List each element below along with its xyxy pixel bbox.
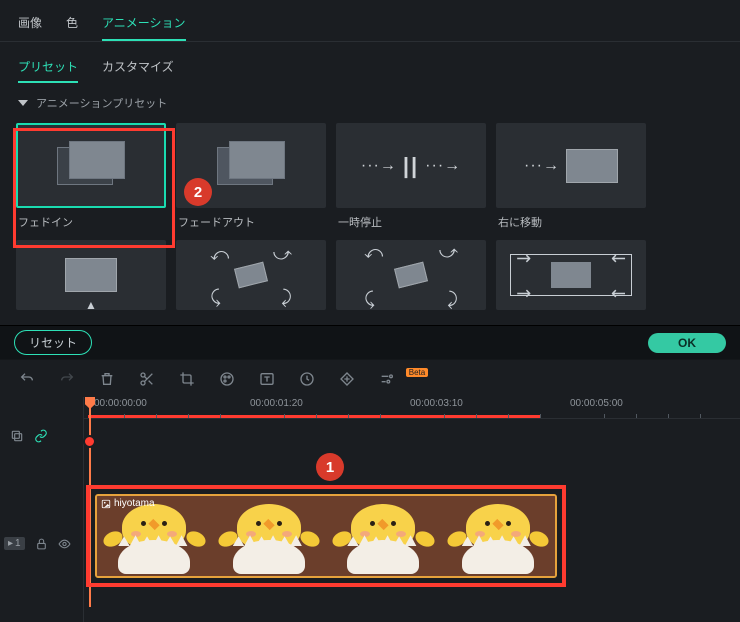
lock-icon[interactable] (35, 537, 48, 550)
rect-icon (394, 262, 428, 289)
ruler-tick: 00:00:03:10 (410, 398, 463, 409)
text-icon[interactable] (258, 370, 276, 388)
timeline-tracks[interactable]: 00:00:00:00 00:00:01:20 00:00:03:10 00:0… (84, 397, 740, 622)
subtab-preset[interactable]: プリセット (18, 56, 78, 83)
preset-label: フェードアウト (176, 214, 326, 230)
fade-in-front-icon (69, 141, 125, 179)
preset-fade-in[interactable]: フェドイン (16, 123, 166, 230)
preset-row2-2[interactable]: ⤺ ⤻ ⤹ ⤸ (176, 240, 326, 310)
clip-frame (441, 496, 556, 576)
annotation-badge-1: 1 (316, 453, 344, 481)
clip-frame (326, 496, 441, 576)
track-controls: ▸1 (4, 537, 71, 550)
preset-thumb[interactable]: ↘ ↙ ↗ ↖ (496, 240, 646, 310)
curve-arrow-icon: ⤺ (364, 242, 383, 263)
curve-arrow-icon: ⤸ (281, 287, 292, 308)
eye-icon[interactable] (58, 537, 71, 550)
settings-icon[interactable] (378, 370, 396, 388)
preset-pause[interactable]: ···→||···→ 一時停止 (336, 123, 486, 230)
tab-animation[interactable]: アニメーション (102, 10, 186, 41)
preset-grid: フェドイン フェードアウト ···→||···→ 一時停止 ···→ 右に移動 (0, 123, 740, 325)
annotation-badge-2: 2 (184, 178, 212, 206)
curve-arrow-icon: ⤻ (273, 244, 292, 265)
curve-arrow-icon: ⤻ (439, 242, 458, 263)
preset-thumb[interactable]: ⤺ ⤻ ⤹ ⤸ (176, 240, 326, 310)
undo-icon[interactable] (18, 370, 36, 388)
pause-icon: ···→||···→ (361, 153, 461, 179)
preset-row2-4[interactable]: ↘ ↙ ↗ ↖ (496, 240, 646, 310)
preset-thumb[interactable]: ▲ (16, 240, 166, 310)
curve-arrow-icon: ⤹ (364, 289, 375, 310)
playhead-handle-icon[interactable] (83, 435, 96, 448)
keyframe-icon[interactable] (338, 370, 356, 388)
curve-arrow-icon: ⤺ (210, 244, 229, 265)
curve-arrow-icon: ⤹ (210, 287, 221, 308)
preset-thumb-fade-in[interactable] (16, 123, 166, 208)
tab-image[interactable]: 画像 (18, 10, 42, 41)
color-icon[interactable] (218, 370, 236, 388)
track-badge[interactable]: ▸1 (4, 537, 25, 550)
preset-label: 一時停止 (336, 214, 486, 230)
clip-label: hiyotama (101, 498, 155, 509)
ruler-tick: 00:00:05:00 (570, 398, 623, 409)
preset-thumb[interactable]: ⤺ ⤻ ⤹ ⤸ (336, 240, 486, 310)
annotation-box-clip: hiyotama (86, 485, 566, 587)
preset-fade-out[interactable]: フェードアウト (176, 123, 326, 230)
timeline-ruler[interactable]: 00:00:00:00 00:00:01:20 00:00:03:10 00:0… (84, 397, 740, 419)
clip-hiyotama[interactable]: hiyotama (95, 494, 557, 578)
speed-icon[interactable] (298, 370, 316, 388)
delete-icon[interactable] (98, 370, 116, 388)
copy-icon[interactable] (10, 429, 24, 443)
toolbar: Beta (0, 359, 740, 397)
section-title: アニメーションプリセット (36, 95, 167, 111)
ruler-tick: 00:00:01:20 (250, 398, 303, 409)
link-icon[interactable] (34, 429, 48, 443)
collapse-triangle-icon (18, 100, 28, 106)
ruler-tick: 00:00:00:00 (94, 398, 147, 409)
crop-icon[interactable] (178, 370, 196, 388)
tab-color[interactable]: 色 (66, 10, 78, 41)
timeline: ▸1 00:00:00:00 00:00:01:20 00:00:03:10 0… (0, 397, 740, 622)
preset-thumb-slide-right[interactable]: ···→ (496, 123, 646, 208)
sub-tabs: プリセット カスタマイズ (0, 42, 740, 83)
image-icon (101, 499, 111, 509)
preset-row2-1[interactable]: ▲ (16, 240, 166, 310)
rect-icon (65, 258, 117, 292)
curve-arrow-icon: ⤸ (447, 289, 458, 310)
preset-label: 右に移動 (496, 214, 646, 230)
preset-label: フェドイン (16, 214, 166, 230)
redo-icon[interactable] (58, 370, 76, 388)
reset-button[interactable]: リセット (14, 330, 92, 355)
preset-thumb-pause[interactable]: ···→||···→ (336, 123, 486, 208)
audio-icon[interactable]: Beta (418, 370, 436, 388)
beta-badge: Beta (406, 368, 428, 377)
preset-row2-3[interactable]: ⤺ ⤻ ⤹ ⤸ (336, 240, 486, 310)
footer-bar: リセット OK (0, 325, 740, 359)
fade-out-front-icon (229, 141, 285, 179)
timeline-left-gutter: ▸1 (0, 397, 84, 622)
subtab-customize[interactable]: カスタマイズ (102, 56, 174, 83)
section-animation-presets[interactable]: アニメーションプリセット (0, 83, 740, 123)
ok-button[interactable]: OK (648, 333, 726, 353)
top-tabs: 画像 色 アニメーション (0, 0, 740, 42)
rect-icon (234, 262, 268, 289)
preset-slide-right[interactable]: ···→ 右に移動 (496, 123, 646, 230)
rect-icon (566, 149, 618, 183)
scissors-icon[interactable] (138, 370, 156, 388)
arrow-icon: ···→ (524, 157, 560, 175)
clip-frame (212, 496, 327, 576)
arrow-up-icon: ▲ (85, 298, 97, 312)
